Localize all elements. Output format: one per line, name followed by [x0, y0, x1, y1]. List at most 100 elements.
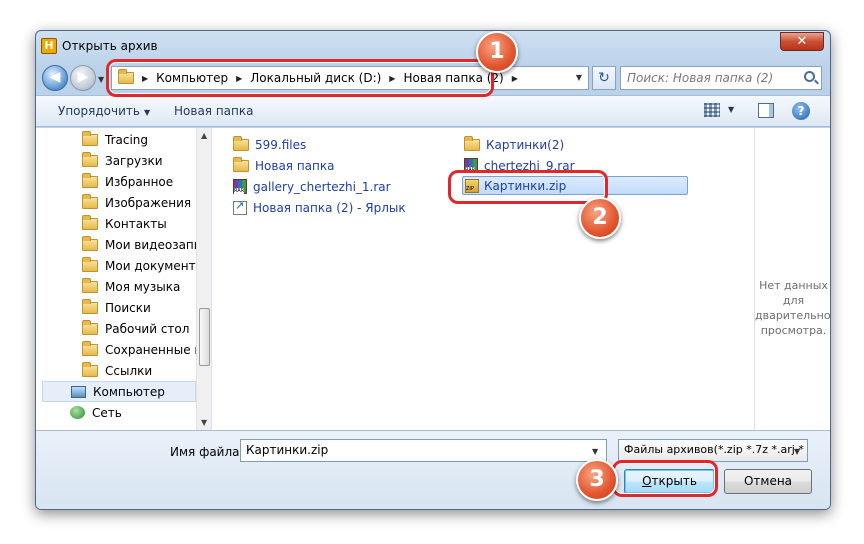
tree-item-contacts[interactable]: Контакты	[82, 213, 167, 234]
breadcrumb-separator-icon[interactable]: ▶	[142, 74, 148, 83]
cancel-button[interactable]: Отмена	[724, 469, 812, 494]
breadcrumb-new-folder-2[interactable]: Новая папка (2)	[403, 71, 503, 85]
filename-dropdown-icon[interactable]: ▼	[592, 447, 598, 456]
tree-item-label: Поиски	[105, 300, 151, 315]
tree-item-label: Моя музыка	[105, 279, 181, 294]
rar-archive-icon	[464, 158, 478, 173]
tree-item-label: Tracing	[105, 132, 149, 147]
step-marker-3: 3	[576, 459, 618, 501]
search-icon[interactable]	[804, 71, 815, 82]
file-item-599-files[interactable]: 599.files	[233, 135, 306, 154]
open-button-label: ткрыть	[651, 474, 697, 488]
open-archive-dialog: H Открыть архив ✕ ◀ ▶ ▼ ▶ Компьютер ▶ Ло…	[35, 30, 831, 510]
folder-icon	[82, 130, 98, 146]
tree-item-label: Мои документы	[105, 258, 206, 273]
tree-item-pictures[interactable]: Изображения	[82, 192, 191, 213]
filename-label: Имя файла:	[170, 445, 244, 459]
title-bar: H Открыть архив ✕	[36, 31, 830, 61]
navigation-pane: Tracing Загрузки Избранное Изображения К…	[36, 128, 212, 430]
breadcrumb-local-disk[interactable]: Локальный диск (D:)	[250, 71, 381, 85]
folder-icon	[82, 340, 98, 356]
file-name: chertezhi_9.rar	[484, 158, 575, 173]
file-item-pictures-2[interactable]: Картинки(2)	[464, 135, 564, 154]
folder-icon	[82, 319, 98, 335]
tree-item-links[interactable]: Ссылки	[82, 360, 152, 381]
file-item-gallery-rar[interactable]: gallery_chertezhi_1.rar	[233, 177, 391, 196]
address-dropdown-icon[interactable]: ▼	[576, 73, 582, 82]
zip-archive-icon	[465, 178, 479, 193]
app-icon: H	[41, 38, 57, 54]
folder-icon	[233, 156, 249, 172]
file-type-select[interactable]: Файлы архивов(*.zip *.7z *.arj *	[618, 439, 808, 462]
tree-item-label: Ссылки	[105, 363, 153, 378]
network-icon	[70, 406, 85, 419]
refresh-button[interactable]: ↻	[592, 66, 616, 90]
tree-item-saved-games[interactable]: Сохраненные игры	[82, 339, 211, 360]
refresh-icon: ↻	[598, 70, 610, 86]
view-grid-icon[interactable]	[704, 103, 720, 117]
close-button[interactable]: ✕	[780, 32, 824, 51]
tree-item-documents[interactable]: Мои документы	[82, 255, 205, 276]
tree-item-label: Избранное	[105, 174, 174, 189]
computer-icon	[71, 385, 86, 398]
scroll-up-icon[interactable]: ▲	[201, 131, 207, 140]
file-item-chertezhi-rar[interactable]: chertezhi_9.rar	[464, 156, 575, 175]
organize-button[interactable]: Упорядочить ▼	[58, 104, 150, 118]
folder-icon	[82, 277, 98, 293]
file-item-shortcut[interactable]: Новая папка (2) - Ярлык	[233, 198, 406, 217]
back-arrow-icon: ◀	[49, 69, 61, 85]
folder-icon	[82, 361, 98, 377]
breadcrumb-separator-icon[interactable]: ▶	[512, 74, 518, 83]
tree-item-label: Сеть	[92, 405, 122, 420]
folder-icon	[82, 256, 98, 272]
search-placeholder: Поиск: Новая папка (2)	[627, 71, 774, 85]
tree-item-favorites[interactable]: Избранное	[82, 171, 173, 192]
preview-pane-icon[interactable]	[758, 103, 774, 118]
window-title: Открыть архив	[62, 39, 158, 53]
breadcrumb-separator-icon[interactable]: ▶	[389, 74, 395, 83]
tree-item-label: Изображения	[105, 195, 192, 210]
tree-item-label: Компьютер	[93, 384, 165, 399]
scroll-down-icon[interactable]: ▼	[201, 418, 207, 427]
back-button[interactable]: ◀	[42, 65, 68, 91]
view-dropdown-icon[interactable]: ▼	[728, 105, 734, 114]
open-button[interactable]: Открыть	[624, 469, 715, 494]
tree-item-network[interactable]: Сеть	[70, 402, 122, 423]
tree-item-videos[interactable]: Мои видеозаписи	[82, 234, 211, 255]
tree-item-desktop[interactable]: Рабочий стол	[82, 318, 189, 339]
history-dropdown-icon[interactable]: ▼	[98, 75, 104, 84]
tree-item-music[interactable]: Моя музыка	[82, 276, 180, 297]
help-icon[interactable]: ?	[792, 102, 810, 120]
folder-icon	[82, 172, 98, 188]
file-name: 599.files	[255, 137, 307, 152]
folder-icon	[82, 235, 98, 251]
rar-archive-icon	[233, 179, 247, 194]
folder-icon	[82, 298, 98, 314]
tree-item-computer[interactable]: Компьютер	[42, 381, 196, 402]
tree-item-searches[interactable]: Поиски	[82, 297, 151, 318]
filename-input[interactable]: Картинки.zip	[240, 439, 607, 462]
file-type-dropdown-icon[interactable]: ▼	[794, 447, 800, 456]
open-button-accel: О	[642, 474, 652, 488]
file-name: Новая папка	[255, 158, 335, 173]
new-folder-button[interactable]: Новая папка	[174, 104, 253, 118]
breadcrumb-separator-icon[interactable]: ▶	[236, 74, 242, 83]
step-marker-2: 2	[579, 197, 621, 239]
folder-icon	[82, 151, 98, 167]
folder-icon	[464, 135, 480, 151]
tree-item-downloads[interactable]: Загрузки	[82, 150, 163, 171]
search-input[interactable]: Поиск: Новая папка (2)	[620, 66, 822, 90]
tree-scrollbar[interactable]: ▲ ▼	[196, 128, 211, 430]
forward-button[interactable]: ▶	[70, 65, 96, 91]
folder-icon	[233, 135, 249, 151]
breadcrumb-computer[interactable]: Компьютер	[156, 71, 228, 85]
file-item-pictures-zip[interactable]: Картинки.zip	[462, 176, 688, 195]
dialog-footer: Имя файла: Картинки.zip ▼ Файлы архивов(…	[36, 430, 830, 509]
folder-icon	[118, 69, 134, 84]
file-item-new-folder[interactable]: Новая папка	[233, 156, 334, 175]
tree-item-tracing[interactable]: Tracing	[82, 129, 148, 150]
folder-icon	[82, 193, 98, 209]
tree-item-label: Контакты	[105, 216, 167, 231]
address-bar[interactable]: ▶ Компьютер ▶ Локальный диск (D:) ▶ Нова…	[111, 66, 589, 90]
scrollbar-thumb[interactable]	[199, 308, 210, 366]
